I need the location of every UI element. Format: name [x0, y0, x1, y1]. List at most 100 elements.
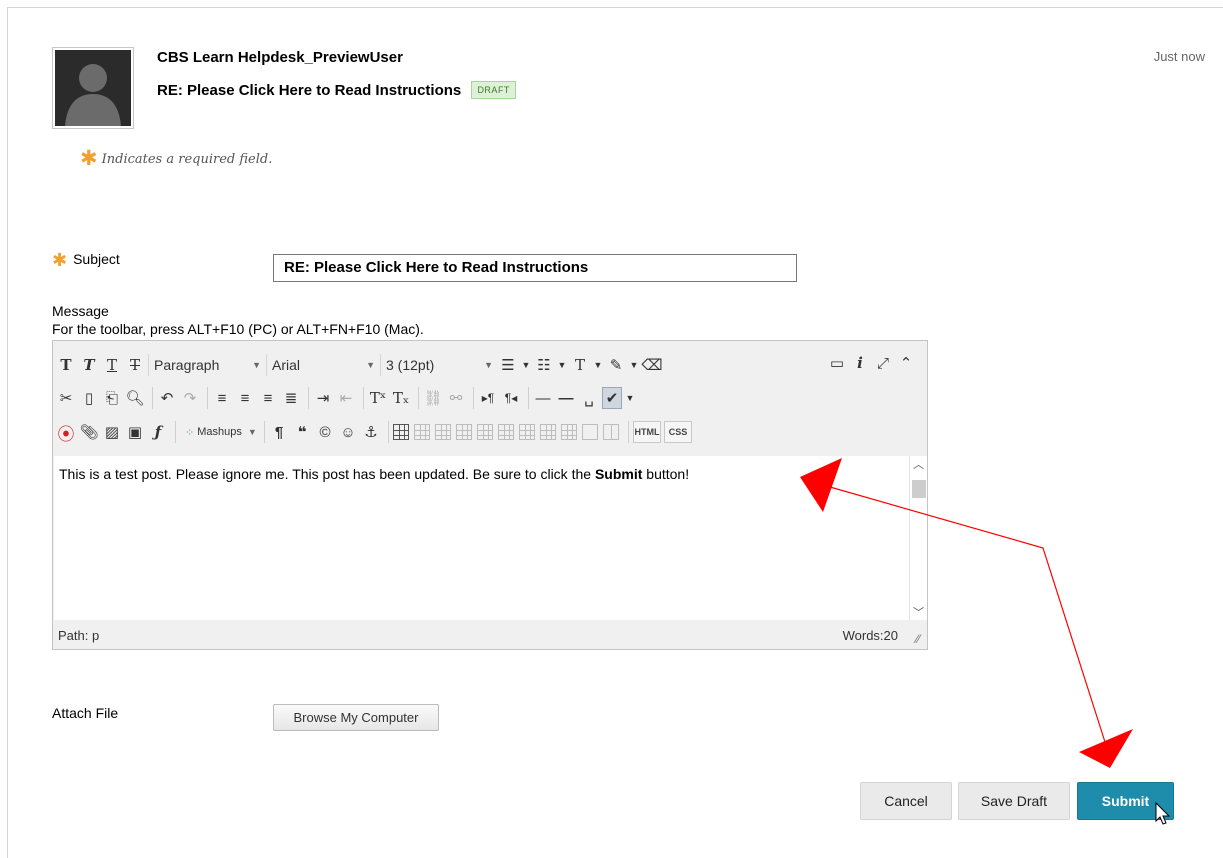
toolbar-row-2: ✂ ▯ ⎗ 🔍︎ ↶ ↷ ≡ ≡ ≡ ≣ ⇥ ⇤ Tˣ Tₓ ⛓ ⚯ ▸¶ ¶◂…: [56, 385, 638, 411]
align-center-icon[interactable]: ≡: [235, 387, 255, 409]
chevron-down-icon[interactable]: ▼: [557, 354, 567, 376]
message-label: Message: [52, 303, 109, 319]
cancel-button[interactable]: Cancel: [860, 782, 952, 820]
horizontal-rule-icon[interactable]: —: [533, 387, 553, 409]
css-button[interactable]: CSS: [664, 421, 692, 443]
attachment-icon[interactable]: 📎︎: [79, 421, 99, 443]
subscript-icon[interactable]: Tₓ: [391, 387, 411, 409]
submit-button[interactable]: Submit: [1077, 782, 1174, 820]
size-select[interactable]: 3 (12pt) ▼: [380, 354, 498, 376]
cut-icon[interactable]: ✂: [56, 387, 76, 409]
strikethrough-icon[interactable]: T: [125, 354, 145, 376]
content-suffix: button!: [642, 466, 690, 482]
paste-icon[interactable]: ⎗: [102, 387, 122, 409]
align-right-icon[interactable]: ≡: [258, 387, 278, 409]
row-props-icon[interactable]: [456, 424, 472, 440]
save-draft-button[interactable]: Save Draft: [958, 782, 1070, 820]
post-timestamp: Just now: [1153, 49, 1205, 64]
attach-file-label: Attach File: [52, 705, 119, 721]
format-select[interactable]: Paragraph ▼: [148, 354, 266, 376]
chevron-down-icon[interactable]: ▼: [629, 354, 639, 376]
insert-table-icon[interactable]: [393, 424, 409, 440]
chevron-down-icon[interactable]: ▼: [593, 354, 603, 376]
table-props-icon[interactable]: [414, 424, 430, 440]
mashups-label: Mashups: [197, 426, 242, 438]
unlink-icon[interactable]: ⚯: [446, 387, 466, 409]
content-bold: Submit: [594, 466, 643, 482]
copyright-icon[interactable]: ©: [315, 421, 335, 443]
mashups-select[interactable]: ⁘ Mashups ▼: [180, 421, 260, 443]
chevron-down-icon[interactable]: ▼: [521, 354, 531, 376]
subject-input[interactable]: RE: Please Click Here to Read Instructio…: [273, 254, 797, 282]
scroll-up-icon[interactable]: ︿: [913, 456, 924, 472]
redo-icon[interactable]: ↷: [180, 387, 200, 409]
cell-props-icon[interactable]: [435, 424, 451, 440]
thick-rule-icon[interactable]: —: [556, 387, 576, 409]
insert-col-after-icon[interactable]: [561, 424, 577, 440]
collapse-toolbar-icon[interactable]: ⌃: [896, 352, 916, 374]
media-icon[interactable]: ▣: [125, 421, 145, 443]
spellcheck-icon[interactable]: ✔: [602, 387, 622, 409]
bullet-list-icon[interactable]: ☰: [498, 354, 518, 376]
align-left-icon[interactable]: ≡: [212, 387, 232, 409]
rtl-icon[interactable]: ¶◂: [501, 387, 521, 409]
info-icon[interactable]: i: [850, 352, 870, 374]
paragraph-mark-icon[interactable]: ¶: [269, 421, 289, 443]
outdent-icon[interactable]: ⇤: [336, 387, 356, 409]
word-count: Words:20: [842, 628, 898, 643]
font-select-value: Arial: [272, 357, 301, 373]
preview-icon[interactable]: ▭: [827, 352, 847, 374]
editor-content-area[interactable]: This is a test post. Please ignore me. T…: [54, 456, 909, 620]
draft-badge: DRAFT: [471, 81, 516, 99]
video-icon[interactable]: ⦿: [56, 421, 76, 444]
blockquote-icon[interactable]: ❝: [292, 421, 312, 443]
eraser-icon[interactable]: ⌫: [641, 354, 662, 376]
insert-col-before-icon[interactable]: [540, 424, 556, 440]
find-icon[interactable]: 🔍︎: [125, 387, 145, 409]
delete-row-icon[interactable]: [519, 424, 535, 440]
math-formula-icon[interactable]: ƒ: [148, 421, 168, 443]
emoticon-icon[interactable]: ☺: [338, 421, 358, 443]
underline-icon[interactable]: T: [102, 354, 122, 376]
italic-icon[interactable]: T: [79, 354, 99, 376]
link-icon[interactable]: ⛓: [423, 387, 443, 409]
anchor-icon[interactable]: ⚓: [361, 421, 381, 443]
superscript-icon[interactable]: Tˣ: [368, 387, 388, 409]
scroll-thumb[interactable]: [912, 480, 926, 498]
fullscreen-icon[interactable]: ⤢: [873, 352, 893, 374]
toolbar-right-tools: ▭ i ⤢ ⌃: [827, 352, 919, 374]
split-cells-icon[interactable]: [603, 424, 619, 440]
html-source-button[interactable]: HTML: [633, 421, 661, 443]
chevron-down-icon: ▼: [366, 360, 375, 370]
resize-grip-icon[interactable]: ⁄⁄: [916, 632, 920, 646]
browse-computer-button[interactable]: Browse My Computer: [273, 704, 439, 731]
scroll-down-icon[interactable]: ﹀: [913, 604, 924, 620]
image-icon[interactable]: ▨: [102, 421, 122, 443]
highlight-icon[interactable]: ✎: [606, 354, 626, 376]
rich-text-editor: T T T T Paragraph ▼ Arial ▼ 3 (12pt) ▼ ☰ ▼ …: [52, 340, 928, 650]
chevron-down-icon: ▼: [252, 360, 261, 370]
indent-icon[interactable]: ⇥: [313, 387, 333, 409]
align-justify-icon[interactable]: ≣: [281, 387, 301, 409]
nonbreaking-space-icon[interactable]: ␣: [579, 387, 599, 409]
ltr-icon[interactable]: ▸¶: [478, 387, 498, 409]
insert-row-after-icon[interactable]: [498, 424, 514, 440]
insert-row-before-icon[interactable]: [477, 424, 493, 440]
toolbar-divider: [308, 387, 309, 409]
chevron-down-icon: ▼: [247, 427, 257, 437]
font-select[interactable]: Arial ▼: [266, 354, 380, 376]
chevron-down-icon[interactable]: ▼: [625, 387, 635, 409]
undo-icon[interactable]: ↶: [157, 387, 177, 409]
post-title: RE: Please Click Here to Read Instructio…: [157, 81, 516, 99]
delete-col-icon[interactable]: [582, 424, 598, 440]
text-color-icon[interactable]: T: [570, 354, 590, 376]
numbered-list-icon[interactable]: ☷: [534, 354, 554, 376]
toolbar-hint: For the toolbar, press ALT+F10 (PC) or A…: [52, 321, 424, 337]
toolbar-divider: [363, 387, 364, 409]
editor-scrollbar[interactable]: ︿ ﹀: [909, 456, 927, 620]
copy-icon[interactable]: ▯: [79, 387, 99, 409]
editor-content: This is a test post. Please ignore me. T…: [59, 466, 689, 482]
toolbar-divider: [628, 421, 629, 443]
bold-icon[interactable]: T: [56, 354, 76, 376]
editor-status-bar: Path: p Words:20 ⁄⁄: [54, 620, 926, 649]
